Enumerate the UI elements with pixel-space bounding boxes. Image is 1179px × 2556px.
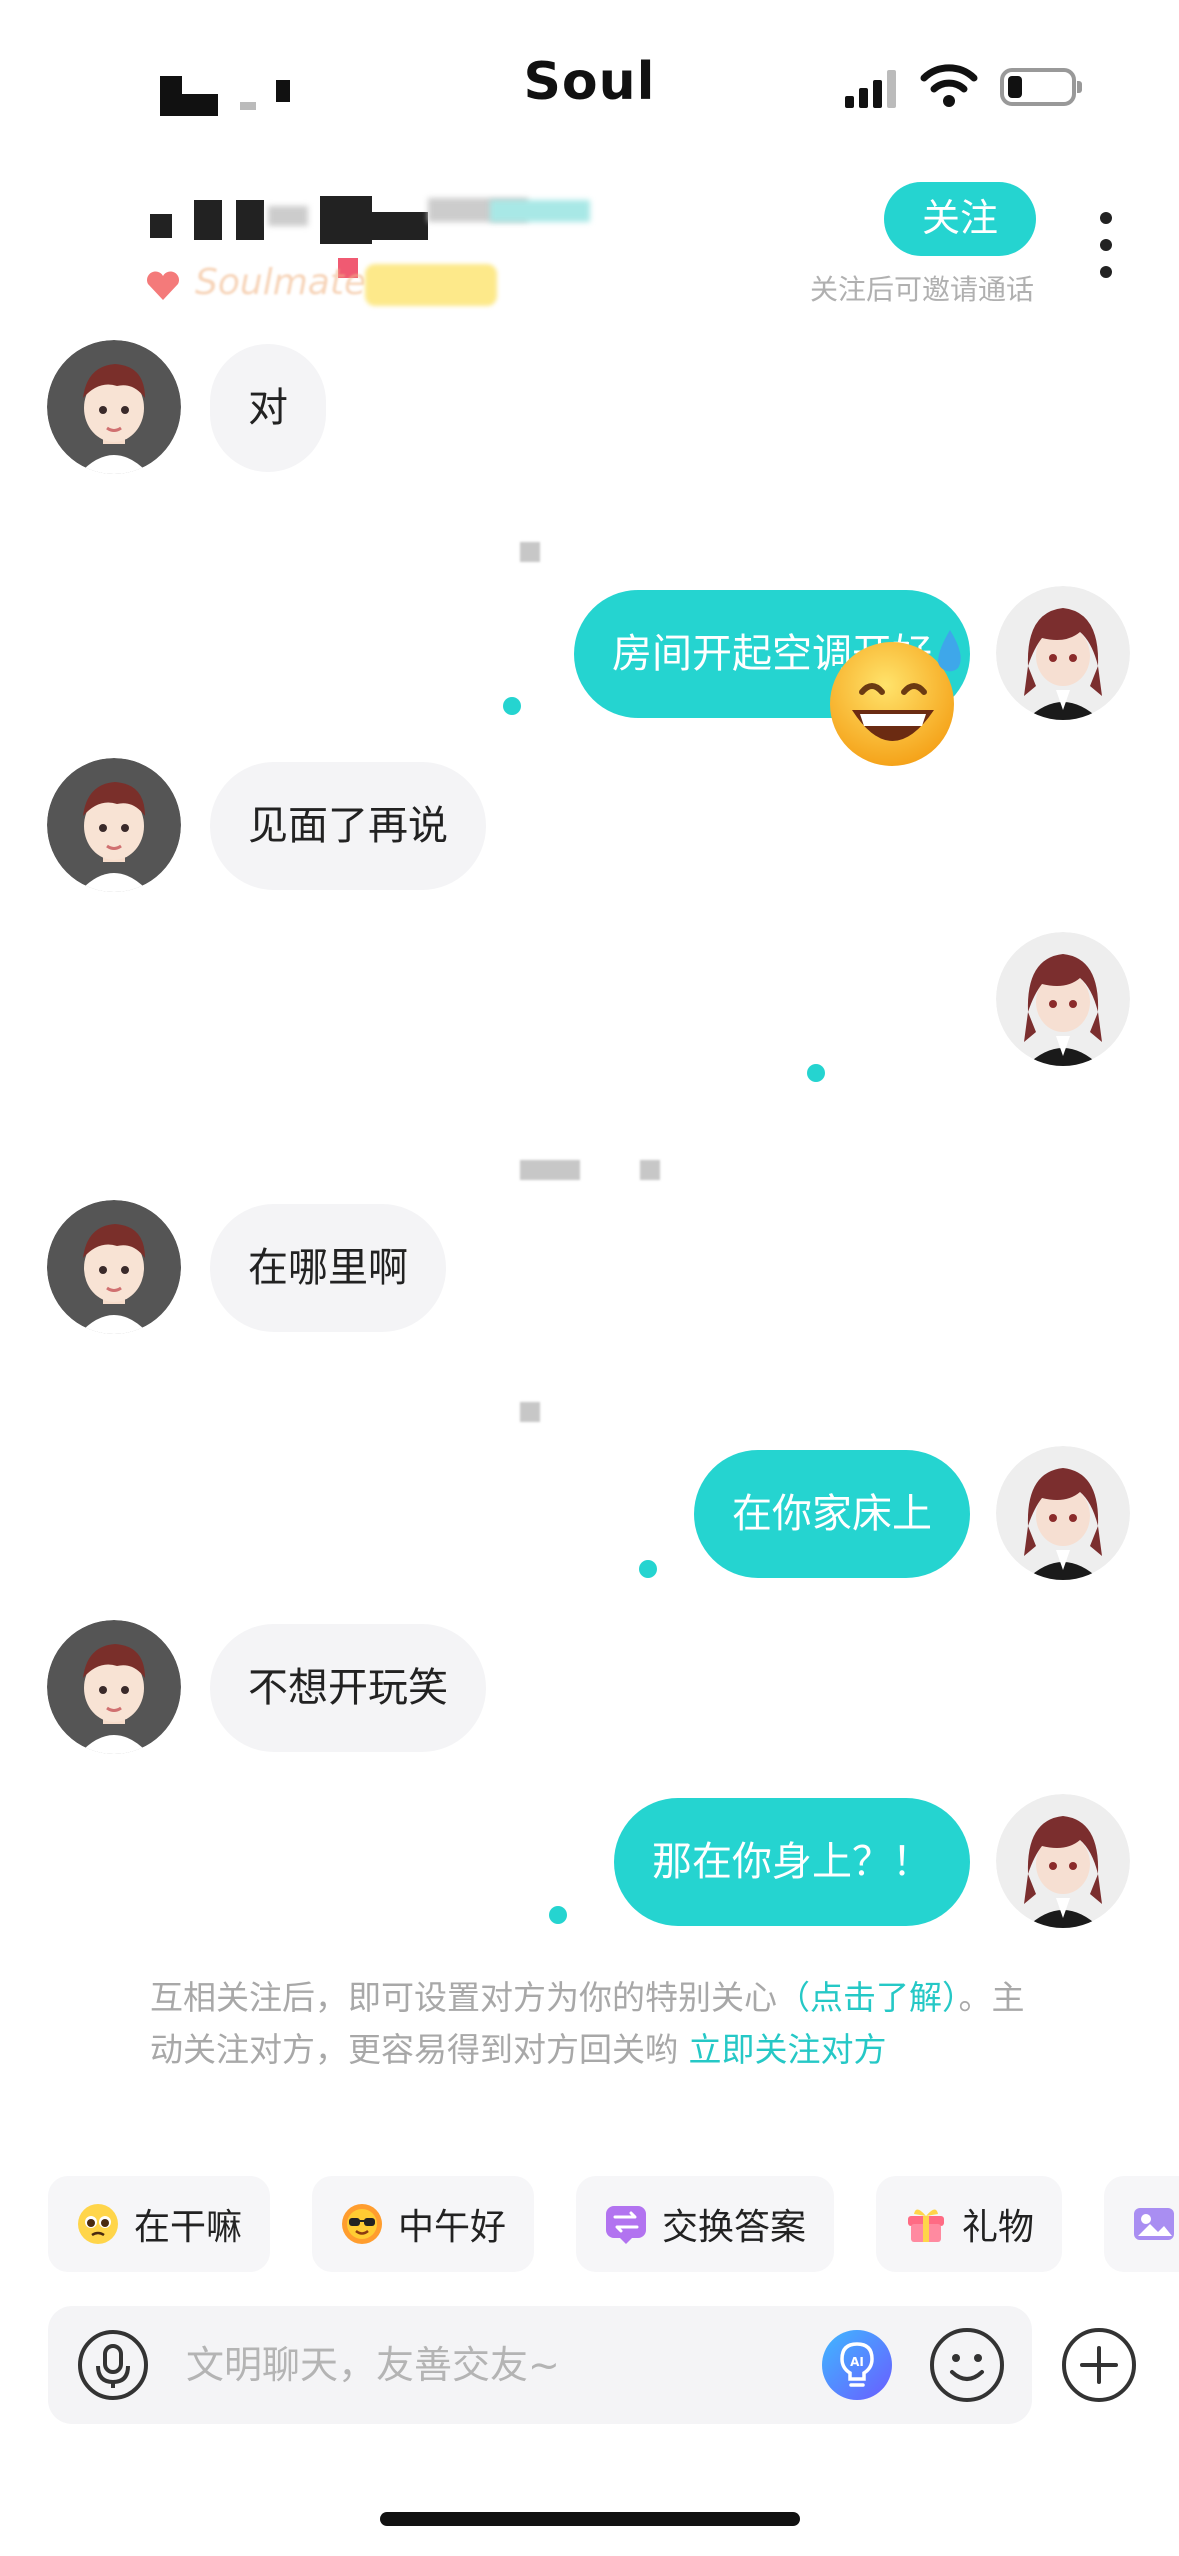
user-avatar[interactable]: [996, 586, 1130, 720]
quick-action-gift[interactable]: 礼物: [876, 2176, 1063, 2272]
message-bubble-incoming[interactable]: 见面了再说: [210, 762, 486, 890]
battery-icon: [1000, 68, 1082, 106]
chat-header: Soulmate 关注 关注后可邀请通话: [0, 160, 1179, 320]
notice-text: 互相关注后，即可设置对方为你的特别关心: [150, 1978, 777, 2017]
quick-action-label: 交换答案: [662, 2207, 807, 2248]
contact-avatar[interactable]: [47, 340, 181, 474]
contact-name-redacted: [150, 190, 600, 278]
message-bubble-incoming[interactable]: 在哪里啊: [210, 1204, 446, 1332]
quick-action-zhongwuhao[interactable]: 中午好: [312, 2176, 535, 2272]
read-receipt-dot: [639, 1560, 657, 1578]
follow-notice: 互相关注后，即可设置对方为你的特别关心（点击了解）。主动关注对方，更容易得到对方…: [150, 1972, 1030, 2076]
cellular-signal-icon: [845, 70, 897, 108]
follow-button[interactable]: 关注: [884, 182, 1036, 256]
photo-icon: [1134, 2208, 1174, 2240]
contact-avatar[interactable]: [47, 1620, 181, 1754]
add-attachment-icon[interactable]: [1060, 2326, 1138, 2404]
user-avatar[interactable]: [996, 1794, 1130, 1928]
contact-avatar[interactable]: [47, 758, 181, 892]
message-bubble-outgoing[interactable]: 那在你身上？！: [614, 1798, 970, 1926]
status-bar: Soul: [0, 0, 1179, 160]
ai-assistant-icon[interactable]: AI: [820, 2328, 894, 2402]
read-receipt-dot: [549, 1906, 567, 1924]
user-avatar[interactable]: [996, 1446, 1130, 1580]
read-receipt-dot: [807, 1064, 825, 1082]
message-composer[interactable]: 文明聊天，友善交友~ AI: [48, 2306, 1032, 2424]
user-avatar[interactable]: [996, 932, 1130, 1066]
timestamp-redacted: [520, 1160, 580, 1180]
message-bubble-incoming[interactable]: 不想开玩笑: [210, 1624, 486, 1752]
learn-more-link[interactable]: （点击了解）: [777, 1978, 959, 2017]
quick-action-label: 礼物: [962, 2207, 1035, 2248]
grinning-sweat-emoji-icon[interactable]: [826, 622, 976, 772]
message-bubble-outgoing[interactable]: 在你家床上: [694, 1450, 970, 1578]
intimacy-level-redacted: [365, 264, 497, 306]
quick-action-exchange-answers[interactable]: 交换答案: [576, 2176, 835, 2272]
exchange-icon: [606, 2206, 646, 2244]
quick-action-label: 中午好: [398, 2207, 507, 2248]
quick-action-more[interactable]: [1104, 2176, 1179, 2272]
home-indicator[interactable]: [380, 2512, 800, 2526]
follow-now-link[interactable]: 立即关注对方: [689, 2030, 887, 2069]
quick-action-label: 在干嘛: [134, 2207, 243, 2248]
sun-sunglasses-icon: [342, 2204, 382, 2244]
timestamp-redacted: [520, 1402, 540, 1422]
heart-icon: [147, 271, 179, 300]
contact-avatar[interactable]: [47, 1200, 181, 1334]
pleading-face-icon: [78, 2204, 118, 2244]
gift-icon: [908, 2209, 944, 2242]
message-bubble-incoming[interactable]: 对: [210, 344, 326, 472]
voice-input-icon[interactable]: [76, 2328, 150, 2402]
read-receipt-dot: [503, 697, 521, 715]
more-options-icon[interactable]: [1094, 210, 1118, 280]
quick-action-zaiganma[interactable]: 在干嘛: [48, 2176, 271, 2272]
soulmate-tag: Soulmate: [195, 262, 367, 303]
follow-hint: 关注后可邀请通话: [809, 273, 1034, 306]
timestamp-redacted: [640, 1160, 660, 1180]
message-input[interactable]: 文明聊天，友善交友~: [186, 2306, 560, 2424]
quick-actions-row[interactable]: 在干嘛 中午好 交换答案 礼物: [0, 2176, 1179, 2276]
svg-text:AI: AI: [850, 2355, 864, 2369]
emoji-picker-icon[interactable]: [928, 2326, 1006, 2404]
timestamp-redacted: [520, 542, 540, 562]
wifi-icon: [920, 64, 978, 107]
